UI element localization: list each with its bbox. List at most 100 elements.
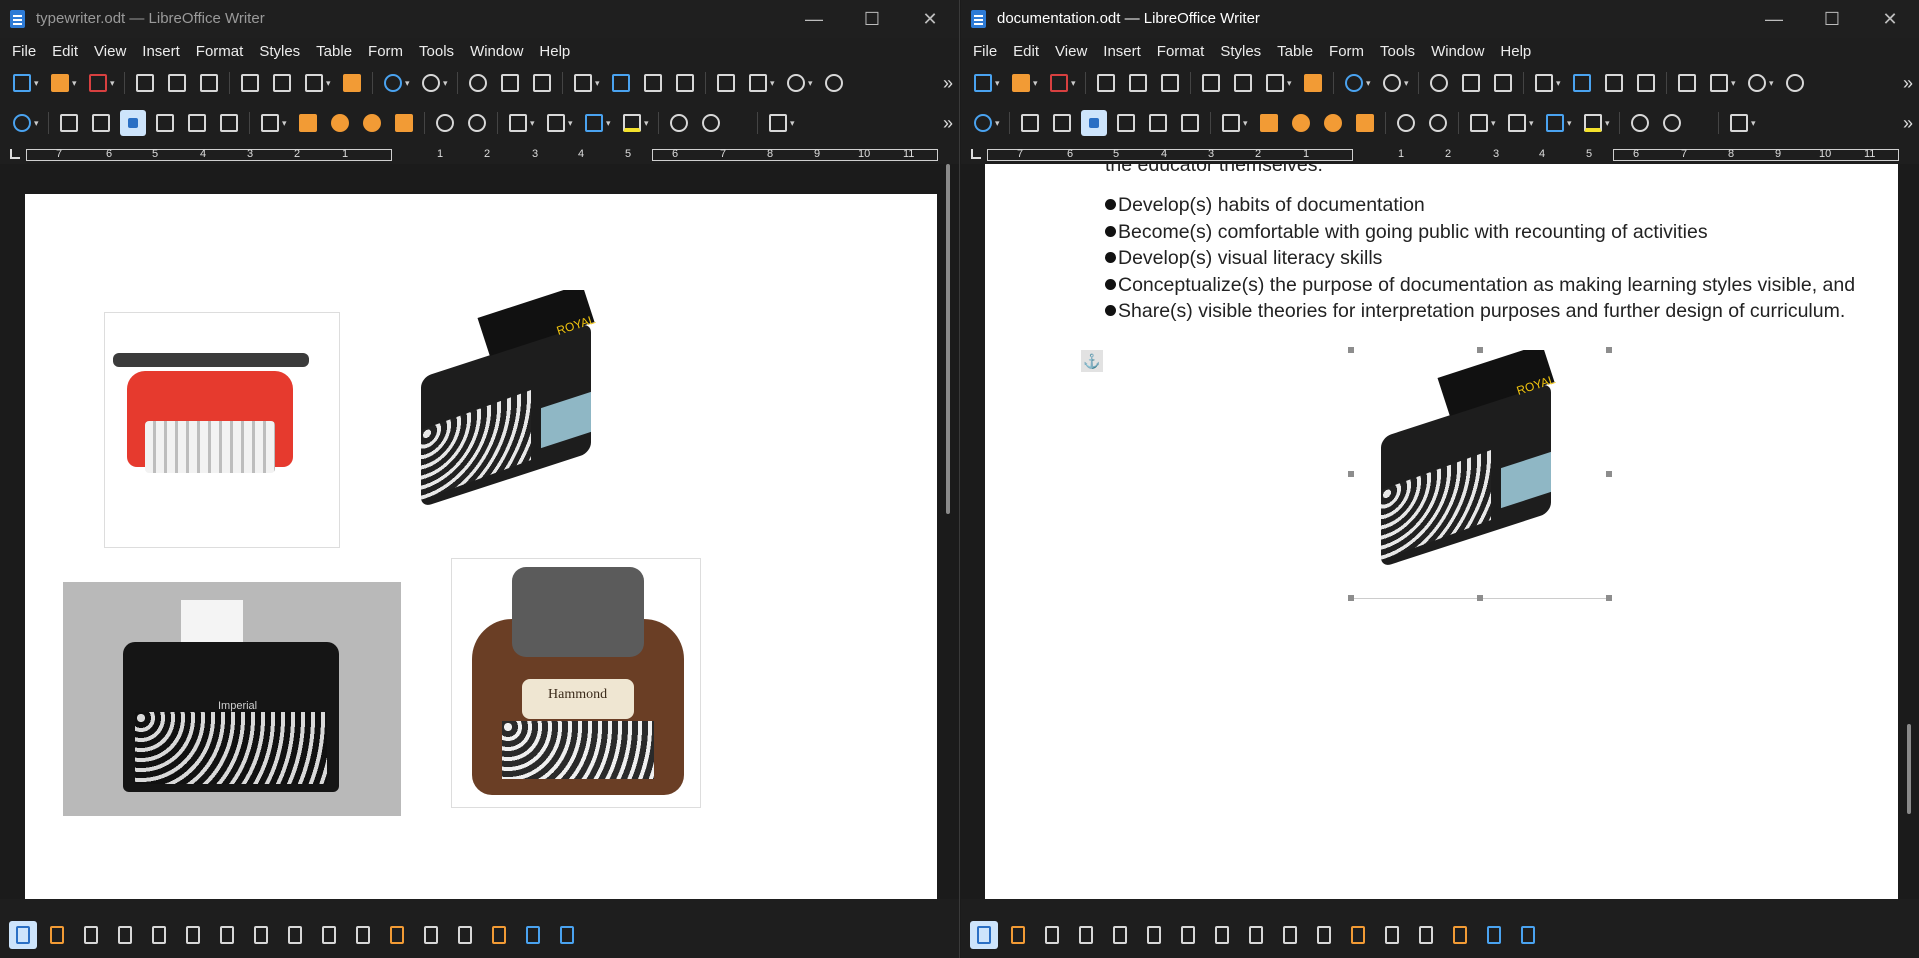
- select-mode-icon[interactable]: [9, 921, 37, 949]
- wrap-left-icon[interactable]: [1113, 110, 1139, 136]
- merge-icon[interactable]: [1514, 921, 1542, 949]
- manage-comments-icon[interactable]: [451, 921, 479, 949]
- review-icon-7[interactable]: [281, 921, 309, 949]
- red-typewriter-image[interactable]: [104, 312, 340, 548]
- forward-one-icon[interactable]: [327, 110, 353, 136]
- review-icon-10[interactable]: [1344, 921, 1372, 949]
- insert-textbox-icon[interactable]: [672, 70, 698, 96]
- insert-image-icon[interactable]: [608, 70, 634, 96]
- horizontal-ruler[interactable]: 7 6 5 4 3 2 1 1 2 3 4 5 6 7 8 9 10 11: [0, 148, 959, 162]
- wrap-off-icon[interactable]: [56, 110, 82, 136]
- insert-textbox-icon[interactable]: [1633, 70, 1659, 96]
- border-style-icon[interactable]: [1504, 110, 1530, 136]
- review-icon-5[interactable]: [1174, 921, 1202, 949]
- vertical-scrollbar[interactable]: [946, 164, 950, 514]
- review-icon-4[interactable]: [179, 921, 207, 949]
- review-icon-3[interactable]: [145, 921, 173, 949]
- review-icon-1[interactable]: [1038, 921, 1066, 949]
- track-changes-icon[interactable]: [1004, 921, 1032, 949]
- spelling-icon[interactable]: [497, 70, 523, 96]
- tab-stop-icon[interactable]: [971, 149, 981, 159]
- resize-handle[interactable]: [1348, 471, 1354, 477]
- export-pdf-icon[interactable]: [1093, 70, 1119, 96]
- spelling-icon[interactable]: [1458, 70, 1484, 96]
- document-area[interactable]: ROYAL Imperial Hammond: [0, 164, 959, 899]
- review-icon-9[interactable]: [1310, 921, 1338, 949]
- link-frames-icon[interactable]: [666, 110, 692, 136]
- redo-icon[interactable]: [1379, 70, 1405, 96]
- insert-chart-icon[interactable]: [1601, 70, 1627, 96]
- tab-stop-icon[interactable]: [10, 149, 20, 159]
- unlink-frames-icon[interactable]: [1659, 110, 1685, 136]
- open-folder-icon[interactable]: [47, 70, 73, 96]
- menu-insert[interactable]: Insert: [1095, 43, 1149, 60]
- menu-table[interactable]: Table: [1269, 43, 1321, 60]
- wrap-through-icon[interactable]: [1177, 110, 1203, 136]
- royal-typewriter-image[interactable]: ROYAL: [391, 290, 649, 534]
- menu-edit[interactable]: Edit: [1005, 43, 1047, 60]
- toolbar-overflow-icon[interactable]: »: [1903, 73, 1913, 94]
- minimize-button[interactable]: —: [1745, 0, 1803, 38]
- clone-formatting-icon[interactable]: [339, 70, 365, 96]
- align-objects-icon[interactable]: [257, 110, 283, 136]
- review-icon-1[interactable]: [77, 921, 105, 949]
- review-icon-6[interactable]: [1208, 921, 1236, 949]
- comment-icon[interactable]: [1378, 921, 1406, 949]
- background-color-icon[interactable]: [1580, 110, 1606, 136]
- menu-tools[interactable]: Tools: [1372, 43, 1423, 60]
- background-color-icon[interactable]: [619, 110, 645, 136]
- document-page[interactable]: the educator themselves. Develop(s) habi…: [985, 164, 1898, 899]
- bring-to-front-icon[interactable]: [295, 110, 321, 136]
- formatting-marks-icon[interactable]: [529, 70, 555, 96]
- menu-help[interactable]: Help: [531, 43, 578, 60]
- wrap-right-icon[interactable]: [1145, 110, 1171, 136]
- review-icon-6[interactable]: [247, 921, 275, 949]
- resize-handle[interactable]: [1348, 347, 1354, 353]
- list-item[interactable]: Develop(s) habits of documentation: [1105, 194, 1919, 221]
- border-color-icon[interactable]: [581, 110, 607, 136]
- paste-icon[interactable]: [301, 70, 327, 96]
- track-changes-icon[interactable]: [43, 921, 71, 949]
- menu-window[interactable]: Window: [462, 43, 531, 60]
- toolbar-overflow-icon[interactable]: »: [943, 113, 953, 134]
- menu-table[interactable]: Table: [308, 43, 360, 60]
- send-to-back-icon[interactable]: [391, 110, 417, 136]
- resize-handle[interactable]: [1348, 595, 1354, 601]
- wrap-through-icon[interactable]: [216, 110, 242, 136]
- maximize-button[interactable]: ☐: [843, 0, 901, 38]
- resize-handle[interactable]: [1606, 595, 1612, 601]
- insert-table-icon[interactable]: [570, 70, 596, 96]
- list-item[interactable]: Share(s) visible theories for interpreta…: [1105, 300, 1919, 327]
- review-icon-9[interactable]: [349, 921, 377, 949]
- special-character-icon[interactable]: [1744, 70, 1770, 96]
- menu-view[interactable]: View: [86, 43, 134, 60]
- anchor-marker-icon[interactable]: ⚓: [1081, 350, 1103, 372]
- wrap-left-icon[interactable]: [152, 110, 178, 136]
- horizontal-ruler[interactable]: 7 6 5 4 3 2 1 1 2 3 4 5 6 7 8 9 10 11: [961, 148, 1919, 162]
- properties-icon[interactable]: [765, 110, 791, 136]
- hammond-typewriter-image[interactable]: Hammond: [451, 558, 701, 808]
- minimize-button[interactable]: —: [785, 0, 843, 38]
- review-icon-2[interactable]: [1072, 921, 1100, 949]
- review-icon-3[interactable]: [1106, 921, 1134, 949]
- copy-icon[interactable]: [269, 70, 295, 96]
- menu-format[interactable]: Format: [1149, 43, 1213, 60]
- special-character-icon[interactable]: [783, 70, 809, 96]
- vertical-scrollbar[interactable]: [1907, 724, 1911, 814]
- borders-icon[interactable]: [1466, 110, 1492, 136]
- wrap-off-icon[interactable]: [1017, 110, 1043, 136]
- hyperlink-icon[interactable]: [1782, 70, 1808, 96]
- properties-icon[interactable]: [1726, 110, 1752, 136]
- list-item[interactable]: Conceptualize(s) the purpose of document…: [1105, 274, 1919, 301]
- insert-table-icon[interactable]: [1531, 70, 1557, 96]
- page-break-icon[interactable]: [713, 70, 739, 96]
- find-replace-icon[interactable]: [465, 70, 491, 96]
- protect-icon[interactable]: [1446, 921, 1474, 949]
- merge-icon[interactable]: [553, 921, 581, 949]
- print-preview-icon[interactable]: [196, 70, 222, 96]
- manage-comments-icon[interactable]: [1412, 921, 1440, 949]
- selected-royal-typewriter-image[interactable]: ROYAL: [1351, 350, 1609, 599]
- compare-icon[interactable]: [1480, 921, 1508, 949]
- to-foreground-icon[interactable]: [432, 110, 458, 136]
- review-icon-8[interactable]: [1276, 921, 1304, 949]
